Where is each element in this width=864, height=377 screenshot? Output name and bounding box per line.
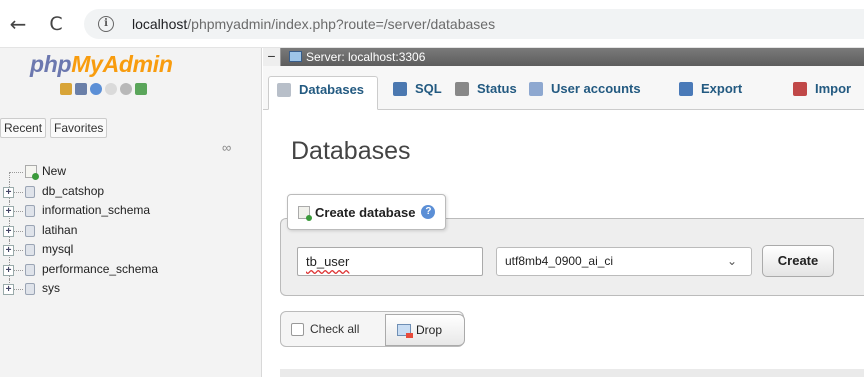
expand-icon[interactable]: + xyxy=(3,206,14,217)
expand-icon[interactable]: + xyxy=(3,284,14,295)
tab-label: Export xyxy=(701,81,743,96)
drop-button[interactable]: Drop xyxy=(385,314,465,346)
database-icon xyxy=(25,244,35,256)
collation-value: utf8mb4_0900_ai_ci xyxy=(505,254,614,268)
database-tree: New + db_catshop + information_schema + … xyxy=(0,162,262,299)
tree-item-label: New xyxy=(42,164,67,178)
database-icon xyxy=(25,185,35,198)
tree-item-label: information_schema xyxy=(42,203,151,217)
expand-icon[interactable]: + xyxy=(3,186,14,198)
tab-favorites[interactable]: Favorites xyxy=(50,118,108,138)
tab-status[interactable]: Status xyxy=(455,76,517,110)
create-button[interactable]: Create xyxy=(762,245,834,277)
collapse-navigation-icon[interactable]: − xyxy=(263,48,281,66)
settings-gear-icon[interactable] xyxy=(120,83,132,95)
tree-item-label: performance_schema xyxy=(42,261,159,276)
tree-item-new[interactable]: New xyxy=(0,162,262,182)
drop-label: Drop xyxy=(416,323,443,337)
tab-import[interactable]: Impor xyxy=(793,76,851,110)
tab-export[interactable]: Export xyxy=(679,76,742,110)
tab-label: User accounts xyxy=(551,81,641,96)
tab-label: SQL xyxy=(415,81,442,96)
url-path: /phpmyadmin/index.php?route=/server/data… xyxy=(187,16,496,32)
status-icon xyxy=(455,82,469,96)
tree-connector xyxy=(9,172,10,182)
back-arrow-icon[interactable]: ← xyxy=(6,12,30,36)
tree-connector xyxy=(9,172,23,173)
server-breadcrumb-bar: − Server: localhost:3306 xyxy=(263,48,864,66)
navigation-panel: phpMyAdmin Recent Favorites ∞ New + db_c… xyxy=(0,48,262,377)
server-icon xyxy=(289,51,302,62)
new-database-icon xyxy=(25,165,39,180)
home-icon[interactable] xyxy=(60,83,72,95)
tab-label: Databases xyxy=(299,82,365,97)
page-title: Databases xyxy=(291,137,411,165)
table-header-strip xyxy=(280,369,864,377)
database-name-value: tb_user xyxy=(306,254,350,269)
tree-item-mysql[interactable]: + mysql xyxy=(0,240,262,260)
tree-item-information_schema[interactable]: + information_schema xyxy=(0,201,262,221)
tab-label: Status xyxy=(477,81,517,96)
tree-item-performance_schema[interactable]: + performance_schema xyxy=(0,259,262,279)
tree-item-latihan[interactable]: + latihan xyxy=(0,220,262,240)
logo-php: php xyxy=(30,51,72,77)
phpmyadmin-logo[interactable]: phpMyAdmin xyxy=(30,51,173,78)
tree-item-label: latihan xyxy=(42,222,78,237)
expand-icon[interactable]: + xyxy=(3,264,14,276)
tree-item-label: sys xyxy=(42,281,60,295)
tree-item-sys[interactable]: + sys xyxy=(0,279,262,299)
tree-item-label: db_catshop xyxy=(42,183,105,198)
database-icon xyxy=(25,263,35,276)
sidebar-tabs: Recent Favorites xyxy=(0,118,108,140)
tab-sql[interactable]: SQL xyxy=(393,76,442,110)
export-icon xyxy=(679,82,693,96)
address-bar[interactable]: i localhost/phpmyadmin/index.php?route=/… xyxy=(84,9,864,39)
database-icon xyxy=(25,205,35,217)
bulk-actions-bar: Check all Drop xyxy=(280,311,465,347)
help-docs-icon[interactable] xyxy=(90,83,102,95)
users-icon xyxy=(529,82,543,96)
create-database-heading: Create database xyxy=(315,204,416,220)
drop-database-icon xyxy=(397,324,413,338)
main-panel: − Server: localhost:3306 Databases SQL S… xyxy=(263,48,864,377)
database-icon xyxy=(25,224,35,237)
site-info-icon[interactable]: i xyxy=(98,16,114,32)
reload-icon[interactable]: C xyxy=(44,12,68,36)
import-icon xyxy=(793,82,807,96)
logout-icon[interactable] xyxy=(75,83,87,95)
browser-toolbar: ← C i localhost/phpmyadmin/index.php?rou… xyxy=(0,0,864,48)
logo-myadmin: MyAdmin xyxy=(71,51,173,77)
tree-item-db_catshop[interactable]: + db_catshop xyxy=(0,181,262,201)
create-database-legend: Create database ? xyxy=(287,194,447,230)
tree-item-label: mysql xyxy=(42,242,74,256)
sql-icon xyxy=(393,82,407,96)
help-icon[interactable]: ? xyxy=(421,205,436,219)
collation-select[interactable]: utf8mb4_0900_ai_ci ⌄ xyxy=(496,247,752,276)
tab-databases[interactable]: Databases xyxy=(268,76,378,110)
new-database-icon xyxy=(298,205,312,221)
check-all-label: Check all xyxy=(310,322,360,336)
chevron-down-icon: ⌄ xyxy=(726,254,737,268)
url-host: localhost xyxy=(132,16,188,32)
check-all-control[interactable]: Check all xyxy=(291,322,359,336)
reload-nav-icon[interactable] xyxy=(135,83,147,95)
url-text[interactable]: localhost/phpmyadmin/index.php?route=/se… xyxy=(132,16,495,32)
database-name-input[interactable]: tb_user xyxy=(297,247,483,276)
link-with-main-panel-icon[interactable]: ∞ xyxy=(222,140,231,155)
documentation-icon[interactable] xyxy=(105,83,117,95)
tab-user-accounts[interactable]: User accounts xyxy=(529,76,641,110)
top-menu: Databases SQL Status User accounts Expor… xyxy=(263,66,864,110)
expand-icon[interactable]: + xyxy=(3,245,14,256)
expand-icon[interactable]: + xyxy=(3,225,14,237)
database-icon xyxy=(25,283,35,295)
tab-recent[interactable]: Recent xyxy=(0,118,47,138)
quick-links xyxy=(60,83,147,97)
server-breadcrumb[interactable]: Server: localhost:3306 xyxy=(306,50,425,64)
tab-label: Impor xyxy=(815,81,852,96)
check-all-checkbox[interactable] xyxy=(291,322,304,336)
database-icon xyxy=(277,83,291,97)
